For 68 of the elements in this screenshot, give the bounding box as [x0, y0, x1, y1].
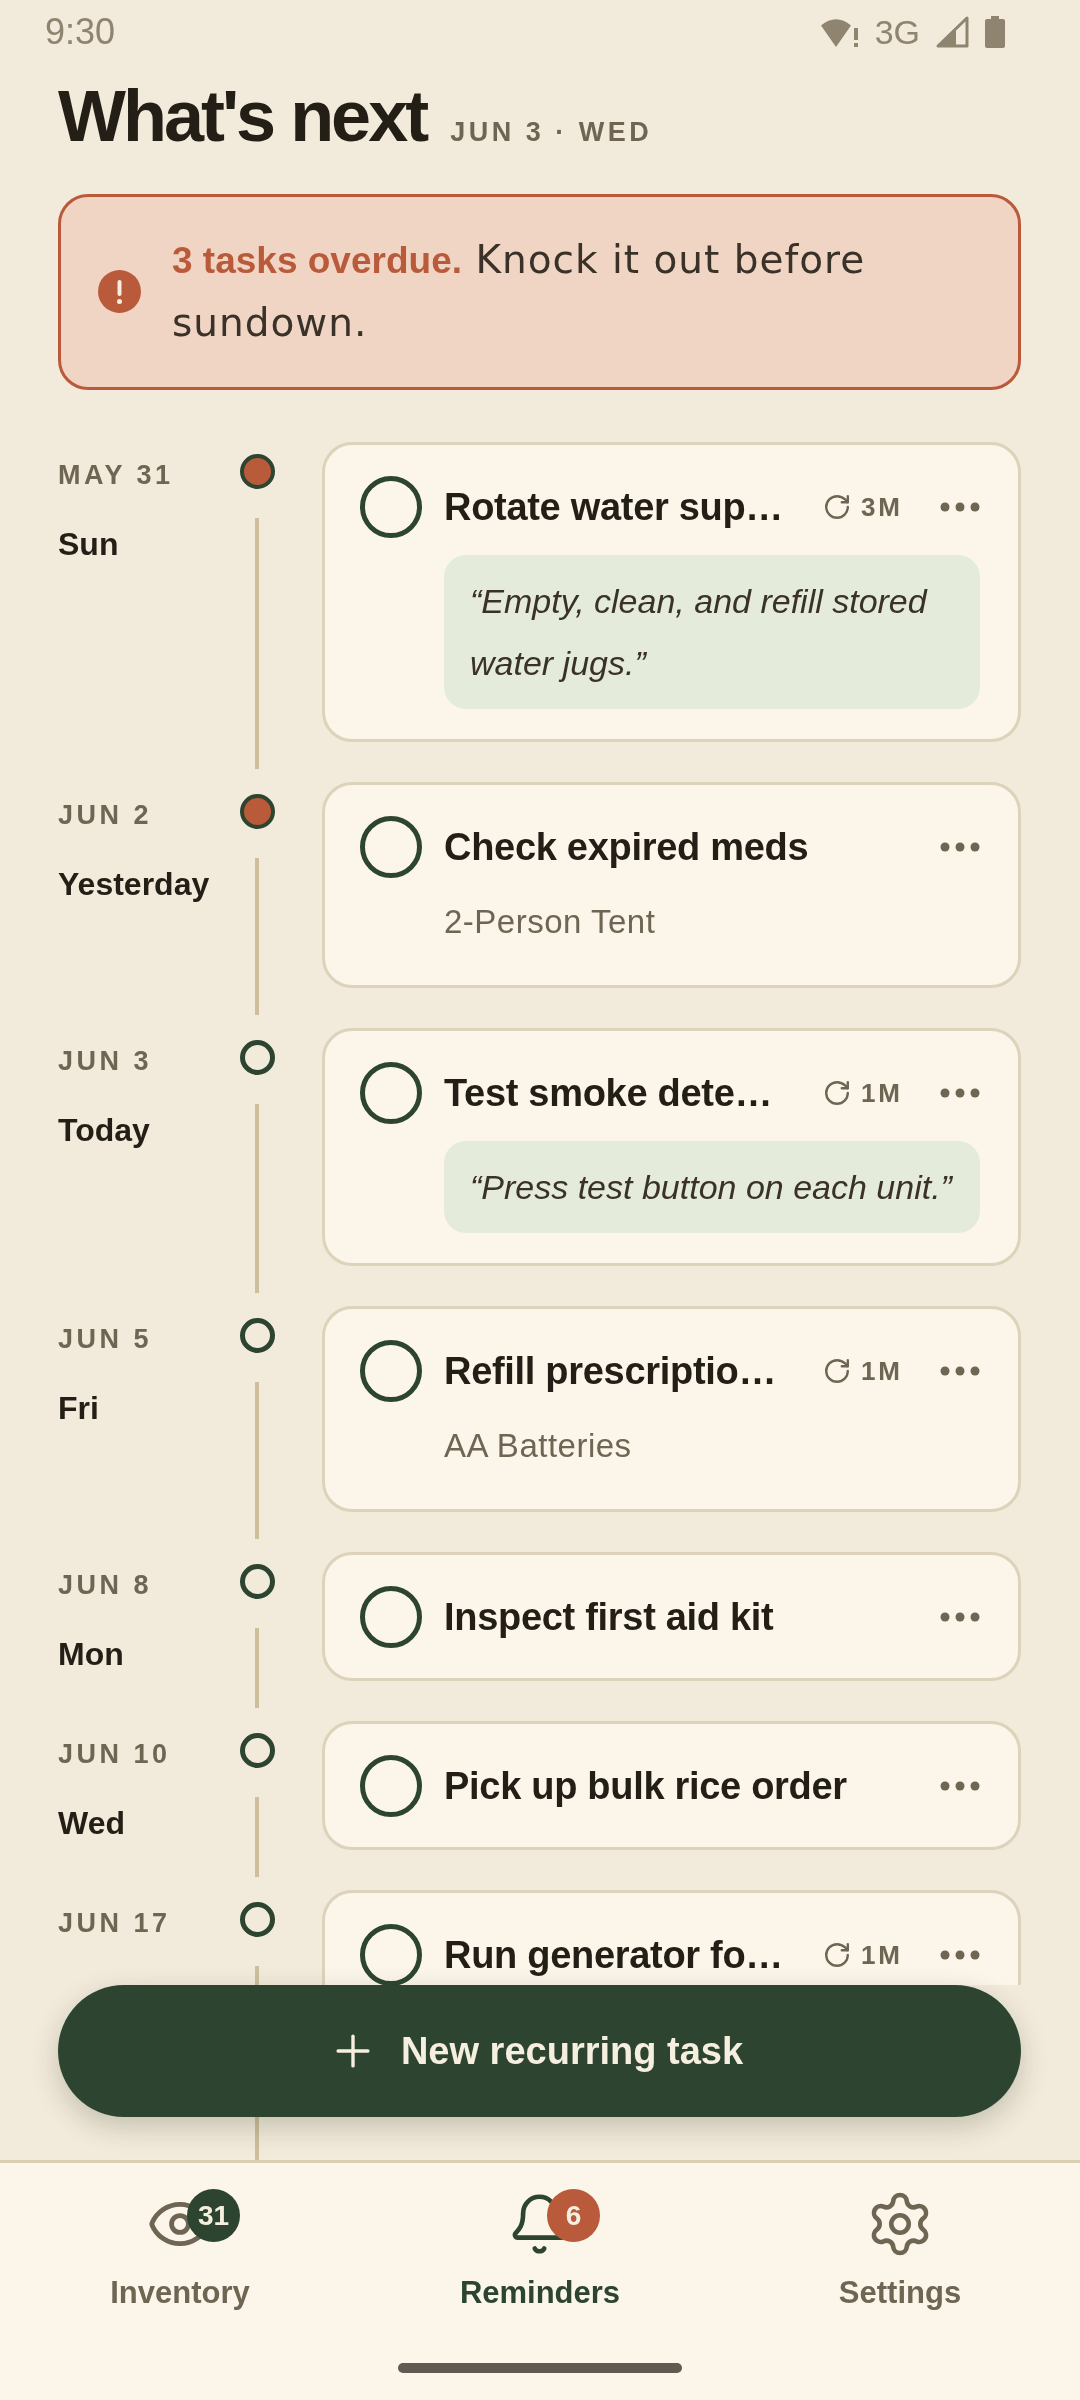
repeat-interval: 1M — [860, 1940, 903, 1970]
more-icon[interactable] — [940, 1950, 980, 1960]
task-card[interactable]: Test smoke dete… 1M “Press test button on each unit.” — [322, 1028, 1021, 1266]
task-card[interactable]: Rotate water sup… 3M “Empty, clean, and refill stored water jugs.” — [322, 442, 1021, 742]
task-card[interactable]: Pick up bulk rice order — [322, 1721, 1021, 1850]
count-badge: 31 — [187, 2189, 240, 2242]
task-note: “Press test button on each unit.” — [444, 1141, 980, 1233]
task-card[interactable]: Run generator fo… 1M — [322, 1890, 1021, 1985]
status-time: 9:30 — [45, 12, 116, 52]
network-type: 3G — [874, 12, 920, 52]
task-title: Run generator fo… — [444, 1933, 784, 1978]
alert-message: 3 tasks overdue. Knock it out before sundown. — [172, 236, 867, 347]
task-item-label: 2-Person Tent — [444, 902, 657, 942]
signal-icon — [936, 16, 969, 48]
timeline-date: JUN 10 — [58, 1738, 171, 1770]
timeline-day: Yesterday — [58, 864, 210, 904]
timeline-date: MAY 31 — [58, 459, 174, 491]
task-title: Test smoke dete… — [444, 1071, 774, 1116]
nav-tab[interactable]: Settings — [838, 2192, 962, 2312]
more-icon[interactable] — [940, 502, 980, 512]
task-checkbox[interactable] — [360, 816, 422, 878]
timeline-date: JUN 3 — [58, 1045, 153, 1077]
timeline-date: JUN 17 — [58, 1907, 171, 1939]
repeat-icon — [824, 1943, 849, 1967]
task-title: Inspect first aid kit — [444, 1595, 775, 1640]
plus-icon — [335, 2034, 370, 2068]
task-checkbox[interactable] — [360, 476, 422, 538]
timeline-day: Sun — [58, 524, 119, 564]
more-icon[interactable] — [940, 1781, 980, 1791]
repeat-interval: 1M — [860, 1078, 903, 1108]
timeline-day: Wed — [58, 1803, 125, 1843]
task-checkbox[interactable] — [360, 1340, 422, 1402]
more-icon[interactable] — [940, 842, 980, 852]
repeat-interval: 1M — [860, 1356, 903, 1386]
timeline-date: JUN 2 — [58, 799, 153, 831]
task-checkbox[interactable] — [360, 1755, 422, 1817]
more-icon[interactable] — [940, 1088, 980, 1098]
repeat-interval: 3M — [860, 492, 903, 522]
repeat-icon — [824, 1081, 849, 1105]
repeat-icon — [824, 1359, 849, 1383]
count-badge: 6 — [547, 2189, 600, 2242]
task-title: Rotate water sup… — [444, 485, 785, 530]
more-icon[interactable] — [940, 1612, 980, 1622]
task-checkbox[interactable] — [360, 1586, 422, 1648]
task-title: Check expired meds — [444, 825, 810, 870]
nav-tab[interactable]: 6 Reminders — [459, 2192, 621, 2312]
task-card[interactable]: Refill prescriptio… 1M AA Batteries — [322, 1306, 1021, 1512]
task-checkbox[interactable] — [360, 1062, 422, 1124]
more-icon[interactable] — [940, 1366, 980, 1376]
task-card[interactable]: Check expired meds 2-Person Tent — [322, 782, 1021, 988]
repeat-icon — [824, 495, 849, 519]
date-subtitle: JUN 3 · WED — [450, 116, 653, 148]
alert-icon — [98, 270, 141, 313]
task-item-label: AA Batteries — [444, 1426, 633, 1466]
task-card[interactable]: Inspect first aid kit — [322, 1552, 1021, 1681]
battery-icon — [985, 16, 1005, 48]
timeline-day: Today — [58, 1110, 150, 1150]
timeline-day: Mon — [58, 1634, 124, 1674]
wifi-warning-icon — [820, 17, 859, 47]
page-title: What's next — [58, 80, 427, 152]
task-title: Pick up bulk rice order — [444, 1764, 848, 1809]
nav-tab[interactable]: 31 Inventory — [110, 2192, 250, 2312]
new-task-button[interactable]: New recurring task — [58, 1985, 1021, 2117]
timeline-date: JUN 8 — [58, 1569, 153, 1601]
task-title: Refill prescriptio… — [444, 1349, 778, 1394]
task-note: “Empty, clean, and refill stored water jugs.” — [444, 555, 980, 709]
timeline-day: Fri — [58, 1388, 99, 1428]
timeline-date: JUN 5 — [58, 1323, 153, 1355]
